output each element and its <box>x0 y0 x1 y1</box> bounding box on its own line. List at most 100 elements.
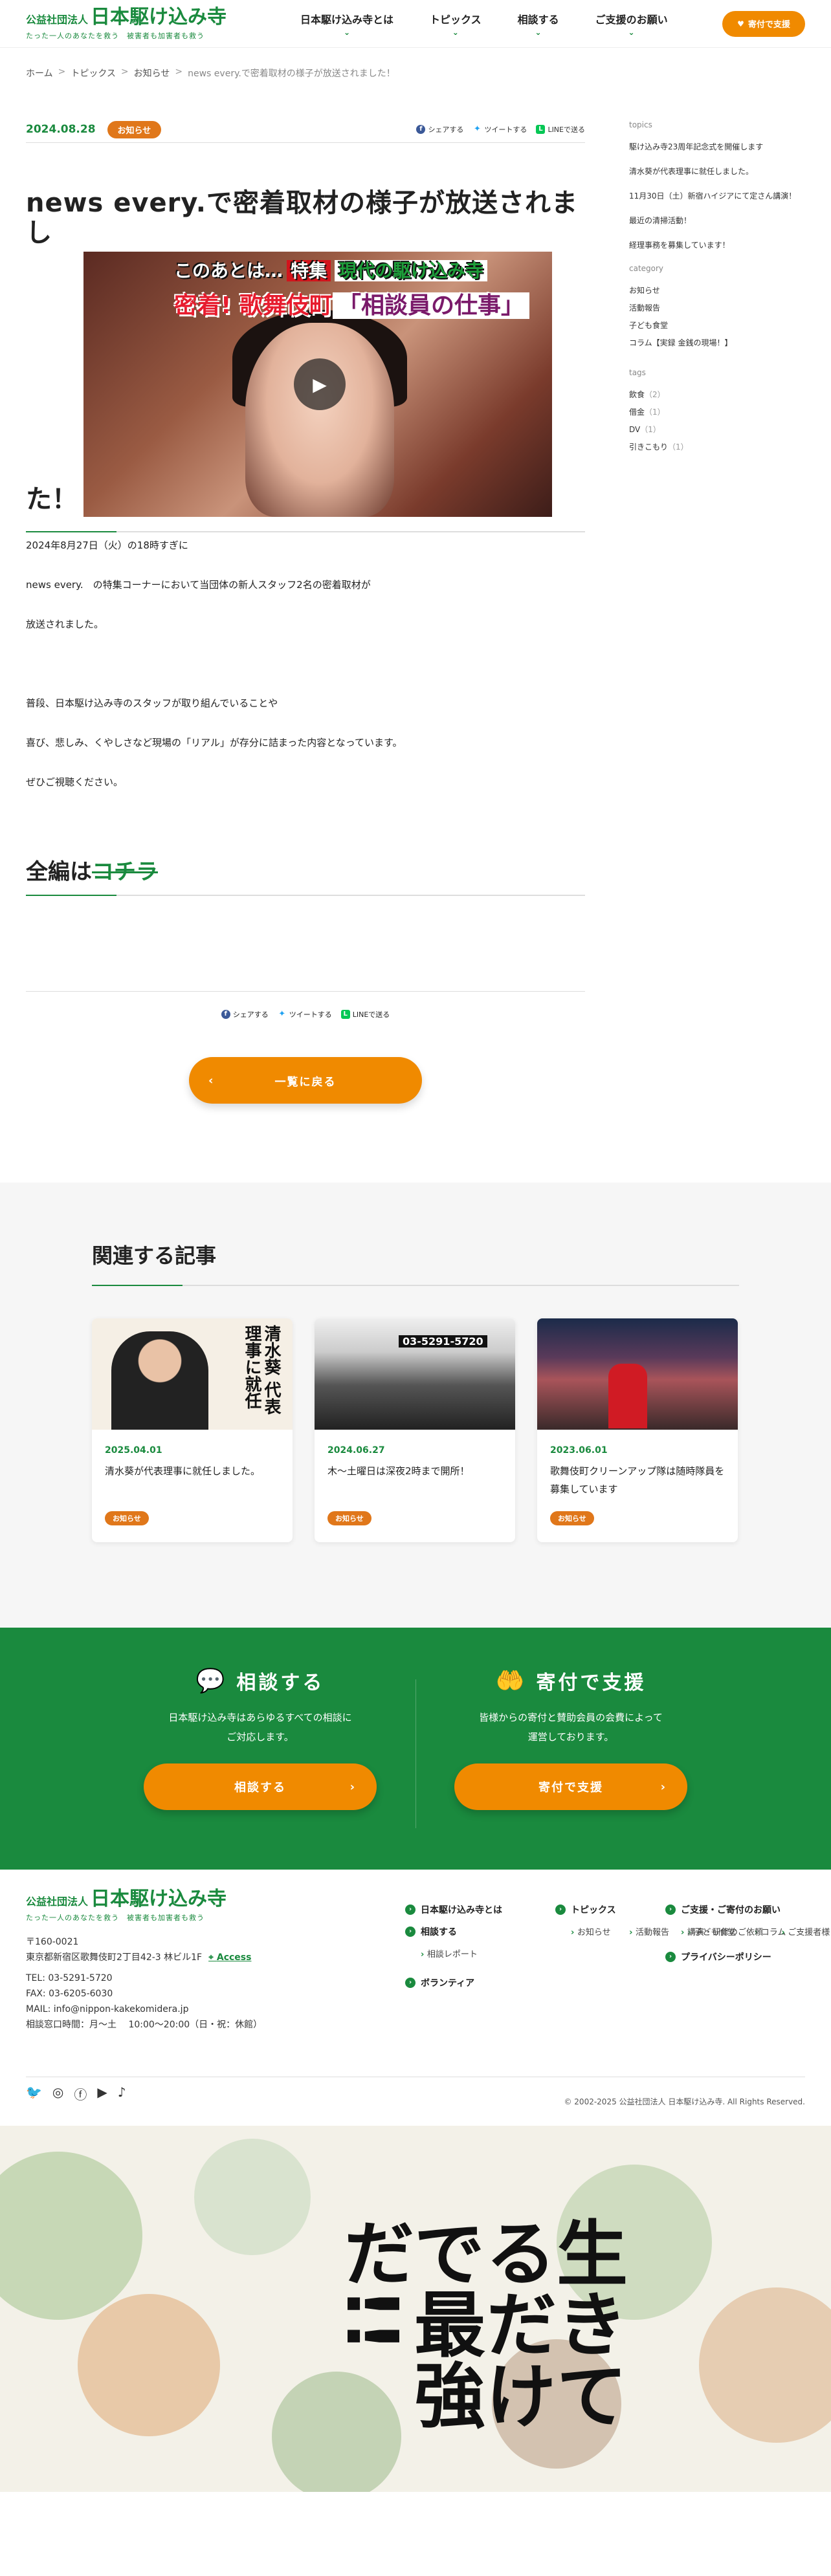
paragraph: ぜひご視聴ください。 <box>26 776 124 788</box>
site-footer: 公益社団法人 日本駆け込み寺 たった一人のあなたを救う 被害者も加害者も救う 〒1… <box>0 1870 831 2126</box>
donate-cta: 🤲 寄付で支援 皆様からの寄付と賛助会員の会費によって 運営しております。 寄付で支… <box>416 1666 726 1810</box>
video-player[interactable]: このあとは… 特集 現代の駆け込み寺 密着! 歌舞伎町 「相談員の仕事」 ▶ <box>83 252 552 517</box>
chevron-right-icon: › <box>665 1905 676 1915</box>
sidebar-tag-link[interactable]: DV（1） <box>629 424 804 435</box>
nav-consult[interactable]: 相談する ⌄ <box>500 11 577 37</box>
sidebar: topics 駆け込み寺23周年記念式を開催します 清水葵が代表理事に就任しまし… <box>629 120 804 459</box>
video-caption-top: このあとは… 特集 現代の駆け込み寺 <box>174 257 488 283</box>
youtube-icon[interactable]: ▶ <box>97 2084 107 2103</box>
header-donate-button[interactable]: ♥ 寄付で支援 <box>722 10 805 37</box>
sidebar-topic-link[interactable]: 経理事務を募集しています！ <box>629 239 804 251</box>
divider <box>26 991 585 992</box>
footer-mail: MAIL: info@nippon-kakekomidera.jp <box>26 2004 189 2014</box>
sidebar-topic-link[interactable]: 最近の清掃活動！ <box>629 215 804 226</box>
donate-button[interactable]: 寄付で支援 › <box>454 1763 687 1810</box>
chevron-down-icon: ⌄ <box>452 27 459 37</box>
share-line-button[interactable]: L LINEで送る <box>340 1009 390 1020</box>
article-date: 2024.08.28 <box>26 123 96 136</box>
footer-nav-consult[interactable]: › 相談する <box>405 1925 502 1938</box>
sidebar-tag-link[interactable]: 借金（1） <box>629 406 804 418</box>
footer-nav-activity[interactable]: 活動報告 <box>629 1928 669 1937</box>
hand-heart-icon: 🤲 <box>495 1668 527 1694</box>
breadcrumb-news[interactable]: お知らせ <box>134 67 170 80</box>
sidebar-category-link[interactable]: 活動報告 <box>629 302 804 314</box>
footer-nav-support[interactable]: › ご支援・ご寄付のお願い <box>665 1903 830 1916</box>
related-articles: 関連する記事 清水葵 代表理事に就任 2025.04.01 清水葵が代表理事に就… <box>0 1183 831 1628</box>
facebook-icon[interactable]: ⓕ <box>74 2084 87 2103</box>
twitter-icon: ✦ <box>473 124 481 134</box>
card-badge: お知らせ <box>327 1511 371 1525</box>
share-line-button[interactable]: L LINEで送る <box>536 124 585 135</box>
sidebar-category-link[interactable]: 子ども食堂 <box>629 320 804 331</box>
footer-nav-supporters[interactable]: ご支援者様 <box>781 1928 830 1937</box>
footer-nav-consult-report[interactable]: 相談レポート <box>421 1950 478 1959</box>
category-badge[interactable]: お知らせ <box>107 120 162 138</box>
chevron-right-icon: › <box>665 1952 676 1962</box>
paragraph: news every. の特集コーナーにおいて当団体の新人スタッフ2名の密着取材… <box>26 579 371 591</box>
footer-hours: 相談窓口時間：月～土 10:00～20:00（日・祝：休館） <box>26 2020 263 2030</box>
sidebar-category-link[interactable]: お知らせ <box>629 285 804 296</box>
video-caption-bottom: 密着! 歌舞伎町 「相談員の仕事」 <box>174 287 529 320</box>
consult-button[interactable]: 相談する › <box>144 1763 377 1810</box>
breadcrumb: ホーム > トピックス > お知らせ > news every.で密着取材の様子が放送… <box>26 67 395 80</box>
site-header: 公益社団法人 日本駆け込み寺 たった一人のあなたを救う 被害者も加害者も救う 日本… <box>0 0 831 48</box>
footer-logo[interactable]: 公益社団法人 日本駆け込み寺 たった一人のあなたを救う 被害者も加害者も救う <box>26 1889 227 1923</box>
thumbnail-text: 清水葵 代表理事に就任 <box>242 1325 281 1415</box>
card-badge: お知らせ <box>105 1511 149 1525</box>
footer-nav-col-3: ›ご支援・ご寄付のお願い 講演・研修のご依頼 ご支援者様 ›プライバシーポリシー <box>665 1903 830 1972</box>
logo-main: 日本駆け込み寺 <box>91 5 227 28</box>
share-bar-bottom: f シェアする ✦ ツイートする L LINEで送る <box>26 1009 585 1020</box>
sidebar-category-link[interactable]: コラム【実録 金銭の現場！】 <box>629 337 804 349</box>
line-icon: L <box>340 1010 350 1019</box>
facebook-icon: f <box>416 125 426 134</box>
copyright: © 2002-2025 公益社団法人 日本駆け込み寺. All Rights R… <box>564 2097 805 2106</box>
nav-topics[interactable]: トピックス ⌄ <box>412 11 500 37</box>
sidebar-tag-link[interactable]: 引きこもり（1） <box>629 441 804 453</box>
twitter-icon: ✦ <box>278 1009 286 1019</box>
footer-fax: FAX: 03-6205-6030 <box>26 1989 113 1999</box>
article-title-tail: た！ <box>26 485 78 514</box>
access-link[interactable]: ⌖ Access <box>208 1952 251 1963</box>
instagram-icon[interactable]: ◎ <box>52 2084 63 2103</box>
card-title: 清水葵が代表理事に就任しました。 <box>105 1465 261 1477</box>
hand-heart-icon: ♥ <box>737 19 744 28</box>
related-card[interactable]: 03-5291-5720 2024.06.27 木～土曜日は深夜2時まで開所！ … <box>315 1318 515 1542</box>
share-twitter-button[interactable]: ✦ ツイートする <box>472 124 527 135</box>
chevron-right-icon: › <box>555 1905 566 1915</box>
share-bar: f シェアする ✦ ツイートする L LINEで送る <box>416 124 585 135</box>
logo-small: 公益社団法人 <box>26 13 89 26</box>
footer-nav-news[interactable]: お知らせ <box>571 1928 611 1937</box>
site-logo[interactable]: 公益社団法人 日本駆け込み寺 たった一人のあなたを救う 被害者も加害者も救う <box>26 5 227 41</box>
nav-about[interactable]: 日本駆け込み寺とは ⌄ <box>282 11 412 37</box>
twitter-icon[interactable]: 🐦 <box>26 2084 42 2103</box>
play-icon[interactable]: ▶ <box>294 358 346 410</box>
sidebar-topic-link[interactable]: 清水葵が代表理事に就任しました。 <box>629 166 804 177</box>
share-twitter-button[interactable]: ✦ ツイートする <box>278 1009 331 1020</box>
card-badge: お知らせ <box>550 1511 594 1525</box>
footer-nav-volunteer[interactable]: › ボランティア <box>405 1976 502 1989</box>
full-episode-link[interactable]: コチラ <box>92 859 158 885</box>
map-pin-icon: ⌖ <box>208 1952 217 1963</box>
page-bottom <box>0 2492 831 2576</box>
tiktok-icon[interactable]: ♪ <box>118 2084 126 2103</box>
heading-underline <box>26 895 585 896</box>
back-to-list-button[interactable]: ‹ 一覧に戻る <box>189 1057 422 1104</box>
sidebar-topic-link[interactable]: 11月30日（土）新宿ハイジアにて定さん講演！ <box>629 190 804 202</box>
footer-nav-privacy[interactable]: › プライバシーポリシー <box>665 1950 830 1963</box>
related-card[interactable]: 清水葵 代表理事に就任 2025.04.01 清水葵が代表理事に就任しました。 … <box>92 1318 293 1542</box>
share-facebook-button[interactable]: f シェアする <box>221 1009 269 1020</box>
breadcrumb-home[interactable]: ホーム <box>26 67 53 80</box>
sidebar-topic-link[interactable]: 駆け込み寺23周年記念式を開催します <box>629 141 804 153</box>
footer-nav-lecture[interactable]: 講演・研修のご依頼 <box>681 1928 763 1937</box>
breadcrumb-topics[interactable]: トピックス <box>71 67 116 80</box>
sidebar-tag-link[interactable]: 飲食（2） <box>629 389 804 400</box>
chevron-right-icon: › <box>405 1905 416 1915</box>
footer-nav-about[interactable]: › 日本駆け込み寺とは <box>405 1903 502 1916</box>
nav-support[interactable]: ご支援のお願い ⌄ <box>577 11 686 37</box>
sidebar-category-heading: category <box>629 264 664 273</box>
paragraph: 2024年8月27日（火）の18時すぎに <box>26 540 188 551</box>
share-facebook-button[interactable]: f シェアする <box>416 124 463 135</box>
chevron-right-icon: › <box>349 1780 356 1794</box>
related-card[interactable]: 2023.06.01 歌舞伎町クリーンアップ隊は随時隊員を募集しています お知ら… <box>537 1318 738 1542</box>
thumbnail-text: 03-5291-5720 <box>399 1335 487 1348</box>
